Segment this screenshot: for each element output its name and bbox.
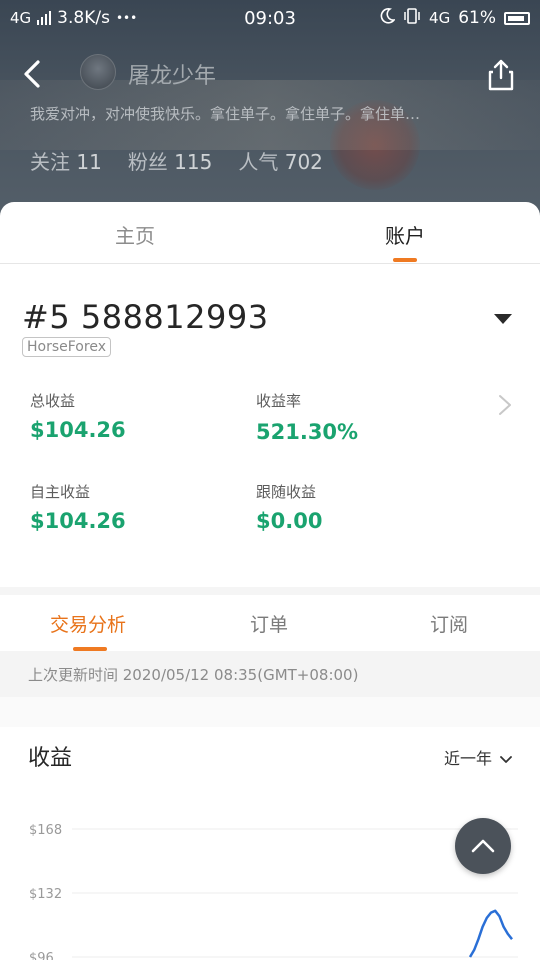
tab-account[interactable]: 账户 [385, 220, 425, 249]
chart-title: 收益 [28, 746, 73, 771]
signal-icon [37, 11, 52, 25]
tab-active-indicator [393, 258, 417, 262]
chevron-up-icon [471, 839, 495, 853]
avatar[interactable] [80, 54, 116, 90]
own-profit-value: $104.26 [30, 509, 126, 533]
chevron-right-icon[interactable] [498, 394, 512, 416]
battery-percent: 61% [458, 8, 496, 28]
profile-header: 4G 3.8K/s ••• 09:03 4G 61% 屠龙少年 我爱对冲，对冲使… [0, 0, 540, 230]
follow-profit-value: $0.00 [256, 509, 323, 533]
network-type: 4G [10, 9, 32, 27]
period-selector[interactable]: 近一年 [444, 745, 492, 769]
divider [0, 697, 540, 727]
top-nav: 屠龙少年 [0, 48, 540, 100]
total-profit-value: $104.26 [30, 418, 126, 442]
tab-home[interactable]: 主页 [115, 220, 155, 249]
vibrate-icon [403, 7, 421, 29]
account-dropdown-icon[interactable] [494, 314, 512, 324]
divider [0, 587, 540, 595]
username: 屠龙少年 [128, 64, 217, 89]
follow-stats: 关注 11 粉丝 115 人气 702 [30, 146, 323, 175]
scroll-top-button[interactable] [455, 818, 511, 874]
popularity-stat: 人气 702 [238, 150, 323, 174]
back-icon[interactable] [18, 56, 48, 92]
update-time-bar: 上次更新时间 2020/05/12 08:35(GMT+08:00) [0, 651, 540, 697]
return-rate-label: 收益率 [256, 392, 302, 410]
follow-profit-label: 跟随收益 [256, 483, 317, 501]
y-tick-label: $168 [29, 823, 62, 838]
tab-orders[interactable]: 订单 [250, 610, 288, 637]
y-tick-label: $132 [29, 887, 62, 902]
tab-trade-analysis[interactable]: 交易分析 [50, 610, 126, 637]
moon-icon [379, 7, 396, 29]
y-tick-label: $96 [29, 951, 54, 960]
share-icon[interactable] [486, 58, 516, 92]
return-rate-value: 521.30% [256, 420, 359, 444]
status-bar: 4G 3.8K/s ••• 09:03 4G 61% [0, 0, 540, 36]
profit-series-line [468, 909, 513, 958]
account-id[interactable]: #5 588812993 [22, 298, 269, 336]
network-speed: 3.8K/s [57, 8, 110, 28]
battery-icon [504, 11, 530, 25]
broker-badge: HorseForex [22, 337, 111, 357]
fans-stat[interactable]: 粉丝 115 [128, 146, 213, 175]
own-profit-label: 自主收益 [30, 483, 91, 501]
main-tabs: 主页 账户 [0, 202, 540, 264]
follow-stat[interactable]: 关注 11 [30, 146, 102, 175]
profit-chart: $168 $132 $96 [29, 823, 518, 960]
more-notifications-icon: ••• [115, 11, 138, 25]
chevron-down-icon[interactable] [499, 750, 513, 763]
network-type-right: 4G [429, 9, 451, 27]
profile-bio: 我爱对冲，对冲使我快乐。拿住单子。拿住单子。拿住单… [30, 105, 421, 123]
tab-subscribe[interactable]: 订阅 [430, 610, 468, 637]
total-profit-label: 总收益 [30, 392, 76, 410]
sub-tabs: 交易分析 订单 订阅 [0, 595, 540, 651]
last-updated-text: 上次更新时间 2020/05/12 08:35(GMT+08:00) [28, 666, 359, 684]
